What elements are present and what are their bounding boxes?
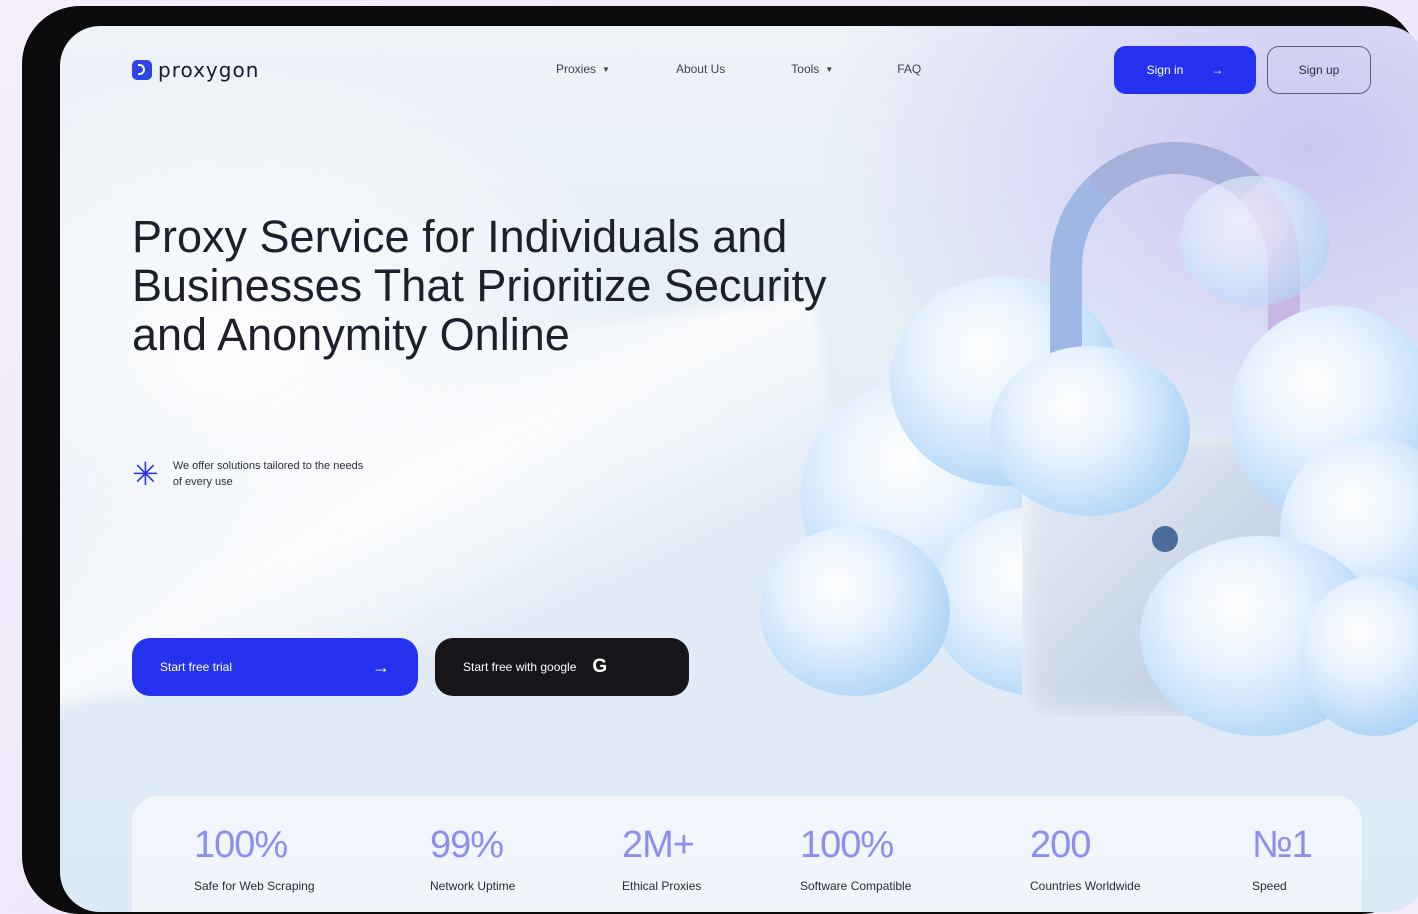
google-icon: G (592, 656, 608, 677)
browser-viewport: proxygon Proxies ▼ About Us Tools ▼ FAQ … (60, 26, 1418, 912)
stat-label: Countries Worldwide (1030, 879, 1141, 893)
chevron-down-icon: ▼ (825, 64, 834, 74)
stat-value: №1 (1252, 824, 1313, 866)
nav-item-proxies[interactable]: Proxies ▼ (556, 62, 610, 76)
main-nav: Proxies ▼ About Us Tools ▼ FAQ (556, 62, 921, 76)
nav-item-label: FAQ (897, 62, 922, 76)
device-frame: proxygon Proxies ▼ About Us Tools ▼ FAQ … (22, 6, 1418, 914)
arrow-right-icon: → (372, 656, 390, 677)
stat-item: 2M+ Ethical Proxies (622, 824, 701, 893)
start-with-google-button[interactable]: Start free with google G (435, 638, 689, 696)
stat-item: 99% Network Uptime (430, 824, 515, 893)
logo-mark-icon (132, 60, 152, 80)
start-with-google-label: Start free with google (463, 660, 577, 674)
stat-label: Software Compatible (800, 879, 912, 893)
stat-value: 200 (1030, 824, 1091, 866)
asterisk-icon: ✳ (132, 456, 159, 492)
nav-item-about-us[interactable]: About Us (676, 62, 725, 76)
chevron-down-icon: ▼ (602, 64, 610, 74)
nav-item-faq[interactable]: FAQ (897, 62, 921, 76)
offer-note: ✳ We offer solutions tailored to the nee… (132, 458, 373, 490)
start-free-trial-label: Start free trial (160, 660, 233, 674)
offer-text: We offer solutions tailored to the needs… (172, 460, 364, 488)
start-free-trial-button[interactable]: Start free trial → (132, 638, 418, 696)
hero-title: Proxy Service for Individuals and Busine… (132, 211, 827, 360)
stat-value: 100% (800, 824, 894, 866)
stat-item: 100% Software Compatible (800, 824, 911, 893)
brand-name: proxygon (158, 58, 260, 82)
sign-in-button[interactable]: Sign in → (1114, 46, 1256, 94)
logo[interactable]: proxygon (132, 58, 259, 82)
stat-label: Speed (1252, 879, 1287, 893)
lock-cloud-illustration (760, 106, 1418, 806)
sign-in-label: Sign in (1146, 63, 1184, 77)
stat-label: Network Uptime (430, 879, 516, 893)
nav-item-label: Tools (791, 62, 820, 76)
lock-keyhole (1152, 526, 1178, 552)
stat-value: 2M+ (622, 824, 695, 866)
stat-value: 99% (430, 824, 504, 866)
sign-up-label: Sign up (1298, 63, 1340, 77)
sign-up-button[interactable]: Sign up (1267, 46, 1371, 94)
stat-item: №1 Speed (1252, 824, 1313, 893)
stat-label: Safe for Web Scraping (194, 879, 315, 893)
stat-value: 100% (194, 824, 288, 866)
stat-item: 100% Safe for Web Scraping (194, 824, 315, 893)
arrow-right-icon: → (1211, 63, 1224, 77)
stat-item: 200 Countries Worldwide (1030, 824, 1141, 893)
stat-label: Ethical Proxies (622, 879, 702, 893)
nav-item-tools[interactable]: Tools ▼ (791, 62, 833, 76)
nav-item-label: About Us (675, 62, 726, 76)
stats-panel: 100% Safe for Web Scraping 99% Network U… (132, 796, 1362, 912)
nav-item-label: Proxies (556, 62, 597, 76)
